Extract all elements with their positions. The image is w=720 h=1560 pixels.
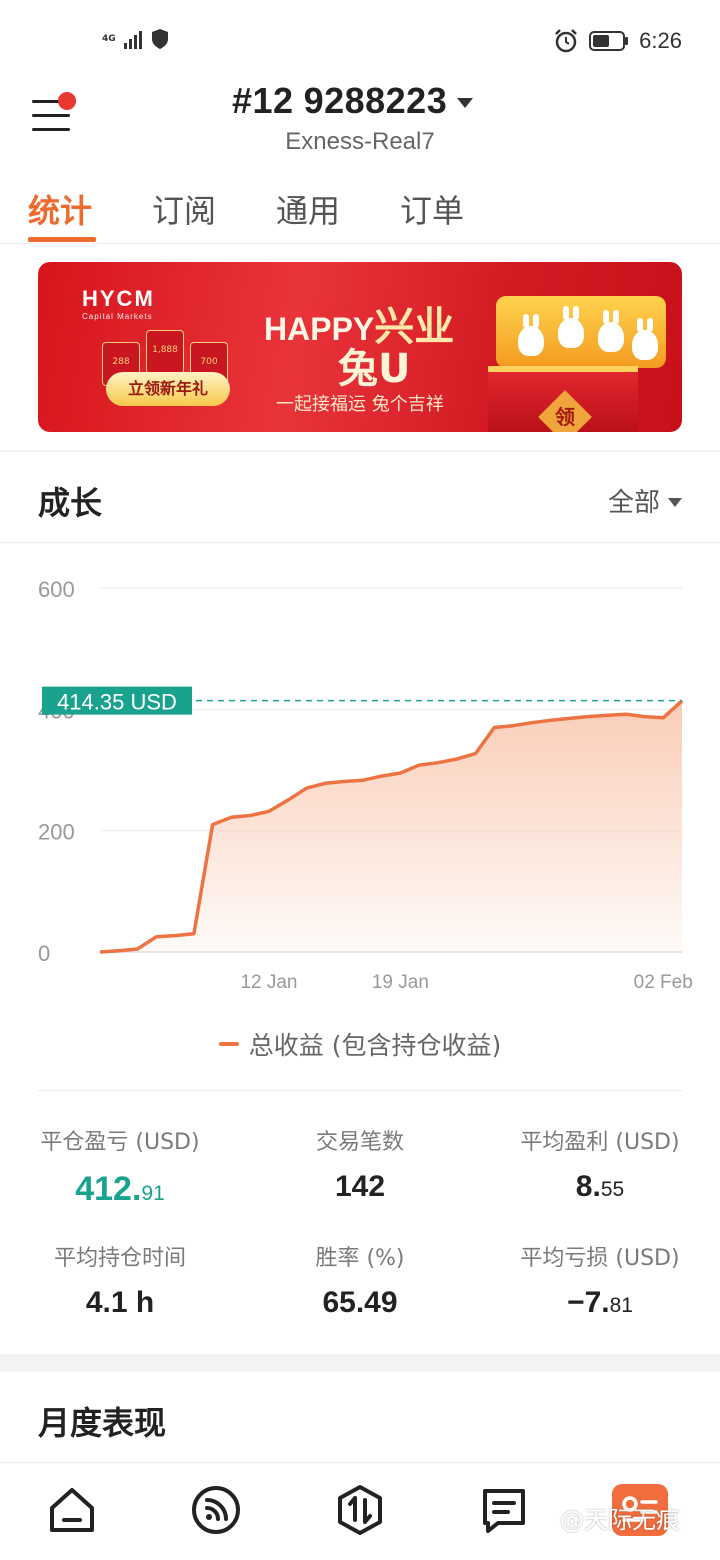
nav-trade[interactable] xyxy=(332,1482,388,1538)
range-label: 全部 xyxy=(607,488,660,518)
divider xyxy=(0,1462,720,1463)
account-prefix: #12 xyxy=(232,80,294,121)
tab-stats[interactable]: 统计 xyxy=(28,186,92,232)
banner-headline-2: 兔U xyxy=(338,346,411,392)
x-tick-label: 19 Jan xyxy=(372,972,429,993)
monthly-title: 月度表现 xyxy=(38,1404,167,1442)
divider xyxy=(38,1090,682,1091)
battery-icon xyxy=(589,31,629,51)
stat-avg-profit: 平均盈利 (USD) 8.55 xyxy=(520,1130,680,1203)
growth-chart[interactable]: 020040060012 Jan19 Jan02 Feb414.35 USD xyxy=(0,560,720,1000)
trade-icon xyxy=(338,1485,382,1535)
y-tick-label: 200 xyxy=(38,820,75,845)
banner-logo: HYCM Capital Markets xyxy=(82,286,155,321)
x-tick-label: 02 Feb xyxy=(634,972,693,993)
legend-label: 总收益 (包含持仓收益) xyxy=(248,1031,502,1060)
series-area xyxy=(100,700,682,952)
current-value-label: 414.35 USD xyxy=(57,690,177,715)
watermark: @天际无痕 xyxy=(560,1506,680,1534)
tab-general[interactable]: 通用 xyxy=(276,186,340,232)
status-left: 4G xyxy=(102,28,170,50)
range-selector[interactable]: 全部 xyxy=(608,482,682,519)
banner-slogan: 一起接福运 兔个吉祥 xyxy=(276,394,444,415)
clock: 6:26 xyxy=(639,28,682,53)
home-icon xyxy=(50,1488,94,1532)
section-gap xyxy=(0,1354,720,1372)
y-tick-label: 0 xyxy=(38,941,50,966)
tab-orders[interactable]: 订单 xyxy=(400,186,464,232)
divider xyxy=(0,542,720,543)
divider xyxy=(0,450,720,452)
nav-home[interactable] xyxy=(44,1482,100,1538)
news-icon xyxy=(483,1489,525,1533)
nav-news[interactable] xyxy=(476,1482,532,1538)
tab-bar: 统计 订阅 通用 订单 xyxy=(0,180,720,244)
feed-icon xyxy=(192,1486,240,1534)
network-type: 4G xyxy=(102,33,116,44)
stat-closed-pnl: 平仓盈亏 (USD) 412.91 xyxy=(40,1130,200,1208)
growth-title: 成长 xyxy=(38,484,103,522)
stat-avg-hold-time: 平均持仓时间 4.1 h xyxy=(53,1246,186,1319)
chevron-down-icon xyxy=(457,98,474,108)
chart-legend[interactable]: 总收益 (包含持仓收益) xyxy=(0,1026,720,1062)
status-bar: 4G 6:26 xyxy=(0,0,720,80)
notification-dot xyxy=(58,92,76,110)
account-selector[interactable]: #12 9288223 xyxy=(232,80,474,122)
server-name: Exness-Real7 xyxy=(285,128,435,155)
nav-feed[interactable] xyxy=(188,1482,244,1538)
signal-icon xyxy=(123,29,142,49)
stat-avg-loss: 平均亏损 (USD) −7.81 xyxy=(520,1246,680,1319)
shield-icon xyxy=(151,29,168,49)
account-number: 9288223 xyxy=(303,80,448,121)
alarm-icon xyxy=(555,29,578,53)
claim-gift-button[interactable]: 立领新年礼 xyxy=(106,372,230,406)
chevron-down-icon xyxy=(668,498,682,507)
active-tab-indicator xyxy=(28,237,96,242)
status-right: 6:26 xyxy=(553,28,682,54)
stat-win-rate: 胜率 (%) 65.49 xyxy=(315,1246,405,1319)
legend-swatch xyxy=(218,1042,239,1046)
x-tick-label: 12 Jan xyxy=(240,972,297,993)
tab-subscribe[interactable]: 订阅 xyxy=(152,186,216,232)
stat-trade-count: 交易笔数 142 xyxy=(315,1130,404,1203)
rabbit-cards-illustration xyxy=(496,296,666,368)
envelope: 1,888 xyxy=(146,330,184,374)
y-tick-label: 600 xyxy=(38,577,75,602)
promo-banner[interactable]: HYCM Capital Markets 288 1,888 700 立领新年礼… xyxy=(38,262,682,432)
